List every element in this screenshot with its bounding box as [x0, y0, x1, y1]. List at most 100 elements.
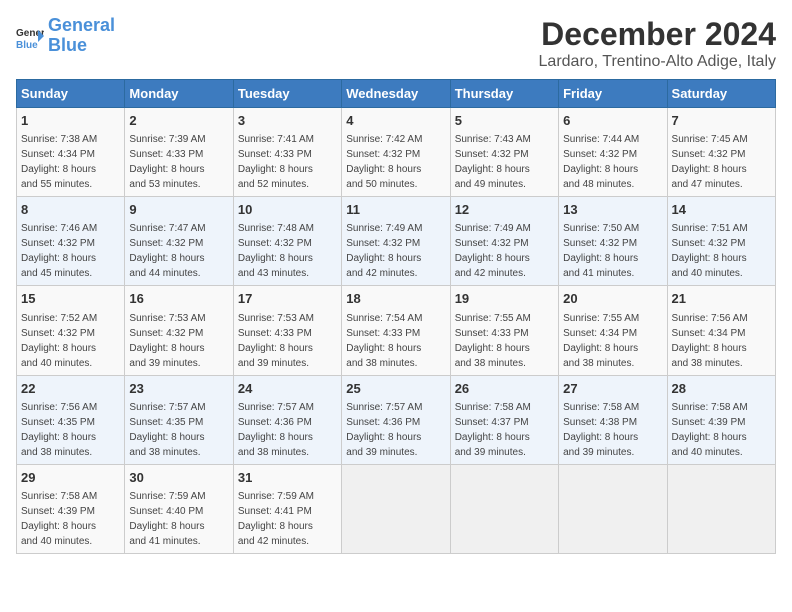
day-number: 17: [238, 290, 337, 308]
calendar-cell: 17 Sunrise: 7:53 AM Sunset: 4:33 PM Dayli…: [233, 286, 341, 375]
day-number: 19: [455, 290, 554, 308]
day-number: 12: [455, 201, 554, 219]
day-info: Sunrise: 7:46 AM Sunset: 4:32 PM Dayligh…: [21, 221, 120, 281]
day-info: Sunrise: 7:59 AM Sunset: 4:41 PM Dayligh…: [238, 489, 337, 549]
week-row-2: 8 Sunrise: 7:46 AM Sunset: 4:32 PM Daylig…: [17, 197, 776, 286]
week-row-1: 1 Sunrise: 7:38 AM Sunset: 4:34 PM Daylig…: [17, 108, 776, 197]
calendar-cell: 6Sunrise: 7:44 AM Sunset: 4:32 PM Daylig…: [559, 108, 667, 197]
calendar-cell: 24Sunrise: 7:57 AM Sunset: 4:36 PM Dayli…: [233, 375, 341, 464]
day-number: 21: [672, 290, 771, 308]
day-info: Sunrise: 7:55 AM Sunset: 4:34 PM Dayligh…: [563, 311, 662, 371]
day-info: Sunrise: 7:47 AM Sunset: 4:32 PM Dayligh…: [129, 221, 228, 281]
day-number: 7: [672, 112, 771, 130]
day-info: Sunrise: 7:54 AM Sunset: 4:33 PM Dayligh…: [346, 311, 445, 371]
day-info: Sunrise: 7:58 AM Sunset: 4:39 PM Dayligh…: [672, 400, 771, 460]
logo-text: General Blue: [48, 16, 115, 56]
day-info: Sunrise: 7:56 AM Sunset: 4:34 PM Dayligh…: [672, 311, 771, 371]
day-info: Sunrise: 7:56 AM Sunset: 4:35 PM Dayligh…: [21, 400, 120, 460]
day-number: 9: [129, 201, 228, 219]
calendar-cell: 25 Sunrise: 7:57 AM Sunset: 4:36 PM Dayli…: [342, 375, 450, 464]
day-number: 14: [672, 201, 771, 219]
calendar-cell: 13Sunrise: 7:50 AM Sunset: 4:32 PM Dayli…: [559, 197, 667, 286]
calendar-cell: 31 Sunrise: 7:59 AM Sunset: 4:41 PM Dayli…: [233, 464, 341, 553]
column-header-saturday: Saturday: [667, 80, 775, 108]
day-number: 13: [563, 201, 662, 219]
calendar-body: 1 Sunrise: 7:38 AM Sunset: 4:34 PM Daylig…: [17, 108, 776, 554]
day-info: Sunrise: 7:44 AM Sunset: 4:32 PM Dayligh…: [563, 132, 662, 192]
day-info: Sunrise: 7:58 AM Sunset: 4:39 PM Dayligh…: [21, 489, 120, 549]
calendar-cell: 16 Sunrise: 7:53 AM Sunset: 4:32 PM Dayli…: [125, 286, 233, 375]
day-number: 31: [238, 469, 337, 487]
day-number: 30: [129, 469, 228, 487]
calendar-cell: 28 Sunrise: 7:58 AM Sunset: 4:39 PM Dayli…: [667, 375, 775, 464]
day-number: 16: [129, 290, 228, 308]
day-number: 1: [21, 112, 120, 130]
day-info: Sunrise: 7:58 AM Sunset: 4:38 PM Dayligh…: [563, 400, 662, 460]
calendar-cell: 18Sunrise: 7:54 AM Sunset: 4:33 PM Dayli…: [342, 286, 450, 375]
day-info: Sunrise: 7:41 AM Sunset: 4:33 PM Dayligh…: [238, 132, 337, 192]
day-number: 23: [129, 380, 228, 398]
day-number: 8: [21, 201, 120, 219]
calendar-cell: 8 Sunrise: 7:46 AM Sunset: 4:32 PM Daylig…: [17, 197, 125, 286]
calendar-cell: 21 Sunrise: 7:56 AM Sunset: 4:34 PM Dayli…: [667, 286, 775, 375]
calendar-cell: [450, 464, 558, 553]
day-info: Sunrise: 7:42 AM Sunset: 4:32 PM Dayligh…: [346, 132, 445, 192]
day-info: Sunrise: 7:45 AM Sunset: 4:32 PM Dayligh…: [672, 132, 771, 192]
calendar-cell: 5 Sunrise: 7:43 AM Sunset: 4:32 PM Daylig…: [450, 108, 558, 197]
day-info: Sunrise: 7:53 AM Sunset: 4:32 PM Dayligh…: [129, 311, 228, 371]
day-number: 29: [21, 469, 120, 487]
calendar-table: SundayMondayTuesdayWednesdayThursdayFrid…: [16, 79, 776, 554]
day-number: 25: [346, 380, 445, 398]
page-subtitle: Lardaro, Trentino-Alto Adige, Italy: [539, 53, 776, 71]
calendar-cell: 27 Sunrise: 7:58 AM Sunset: 4:38 PM Dayli…: [559, 375, 667, 464]
title-area: December 2024 Lardaro, Trentino-Alto Adi…: [539, 16, 776, 71]
calendar-cell: 22Sunrise: 7:56 AM Sunset: 4:35 PM Dayli…: [17, 375, 125, 464]
column-header-tuesday: Tuesday: [233, 80, 341, 108]
calendar-cell: [342, 464, 450, 553]
day-info: Sunrise: 7:48 AM Sunset: 4:32 PM Dayligh…: [238, 221, 337, 281]
calendar-cell: 14Sunrise: 7:51 AM Sunset: 4:32 PM Dayli…: [667, 197, 775, 286]
day-number: 2: [129, 112, 228, 130]
day-info: Sunrise: 7:57 AM Sunset: 4:35 PM Dayligh…: [129, 400, 228, 460]
logo-icon: General Blue: [16, 22, 44, 50]
day-info: Sunrise: 7:38 AM Sunset: 4:34 PM Dayligh…: [21, 132, 120, 192]
day-info: Sunrise: 7:39 AM Sunset: 4:33 PM Dayligh…: [129, 132, 228, 192]
calendar-cell: 3Sunrise: 7:41 AM Sunset: 4:33 PM Daylig…: [233, 108, 341, 197]
calendar-cell: 29 Sunrise: 7:58 AM Sunset: 4:39 PM Dayli…: [17, 464, 125, 553]
calendar-cell: 20Sunrise: 7:55 AM Sunset: 4:34 PM Dayli…: [559, 286, 667, 375]
day-number: 26: [455, 380, 554, 398]
column-header-wednesday: Wednesday: [342, 80, 450, 108]
day-number: 24: [238, 380, 337, 398]
calendar-cell: 7 Sunrise: 7:45 AM Sunset: 4:32 PM Daylig…: [667, 108, 775, 197]
calendar-cell: 4 Sunrise: 7:42 AM Sunset: 4:32 PM Daylig…: [342, 108, 450, 197]
day-info: Sunrise: 7:43 AM Sunset: 4:32 PM Dayligh…: [455, 132, 554, 192]
week-row-5: 29 Sunrise: 7:58 AM Sunset: 4:39 PM Dayli…: [17, 464, 776, 553]
day-number: 15: [21, 290, 120, 308]
day-number: 4: [346, 112, 445, 130]
day-number: 27: [563, 380, 662, 398]
calendar-cell: [667, 464, 775, 553]
day-number: 28: [672, 380, 771, 398]
day-info: Sunrise: 7:53 AM Sunset: 4:33 PM Dayligh…: [238, 311, 337, 371]
page-title: December 2024: [539, 16, 776, 53]
calendar-cell: [559, 464, 667, 553]
day-info: Sunrise: 7:55 AM Sunset: 4:33 PM Dayligh…: [455, 311, 554, 371]
calendar-cell: 15 Sunrise: 7:52 AM Sunset: 4:32 PM Dayli…: [17, 286, 125, 375]
week-row-3: 15 Sunrise: 7:52 AM Sunset: 4:32 PM Dayli…: [17, 286, 776, 375]
calendar-cell: 19 Sunrise: 7:55 AM Sunset: 4:33 PM Dayli…: [450, 286, 558, 375]
calendar-cell: 12 Sunrise: 7:49 AM Sunset: 4:32 PM Dayli…: [450, 197, 558, 286]
day-info: Sunrise: 7:52 AM Sunset: 4:32 PM Dayligh…: [21, 311, 120, 371]
day-info: Sunrise: 7:49 AM Sunset: 4:32 PM Dayligh…: [346, 221, 445, 281]
calendar-cell: 1 Sunrise: 7:38 AM Sunset: 4:34 PM Daylig…: [17, 108, 125, 197]
day-info: Sunrise: 7:57 AM Sunset: 4:36 PM Dayligh…: [346, 400, 445, 460]
column-header-thursday: Thursday: [450, 80, 558, 108]
calendar-cell: 30Sunrise: 7:59 AM Sunset: 4:40 PM Dayli…: [125, 464, 233, 553]
day-info: Sunrise: 7:49 AM Sunset: 4:32 PM Dayligh…: [455, 221, 554, 281]
calendar-cell: 11 Sunrise: 7:49 AM Sunset: 4:32 PM Dayli…: [342, 197, 450, 286]
calendar-cell: 10Sunrise: 7:48 AM Sunset: 4:32 PM Dayli…: [233, 197, 341, 286]
day-number: 11: [346, 201, 445, 219]
logo: General Blue General Blue: [16, 16, 115, 56]
calendar-cell: 9 Sunrise: 7:47 AM Sunset: 4:32 PM Daylig…: [125, 197, 233, 286]
calendar-cell: 23 Sunrise: 7:57 AM Sunset: 4:35 PM Dayli…: [125, 375, 233, 464]
day-number: 5: [455, 112, 554, 130]
